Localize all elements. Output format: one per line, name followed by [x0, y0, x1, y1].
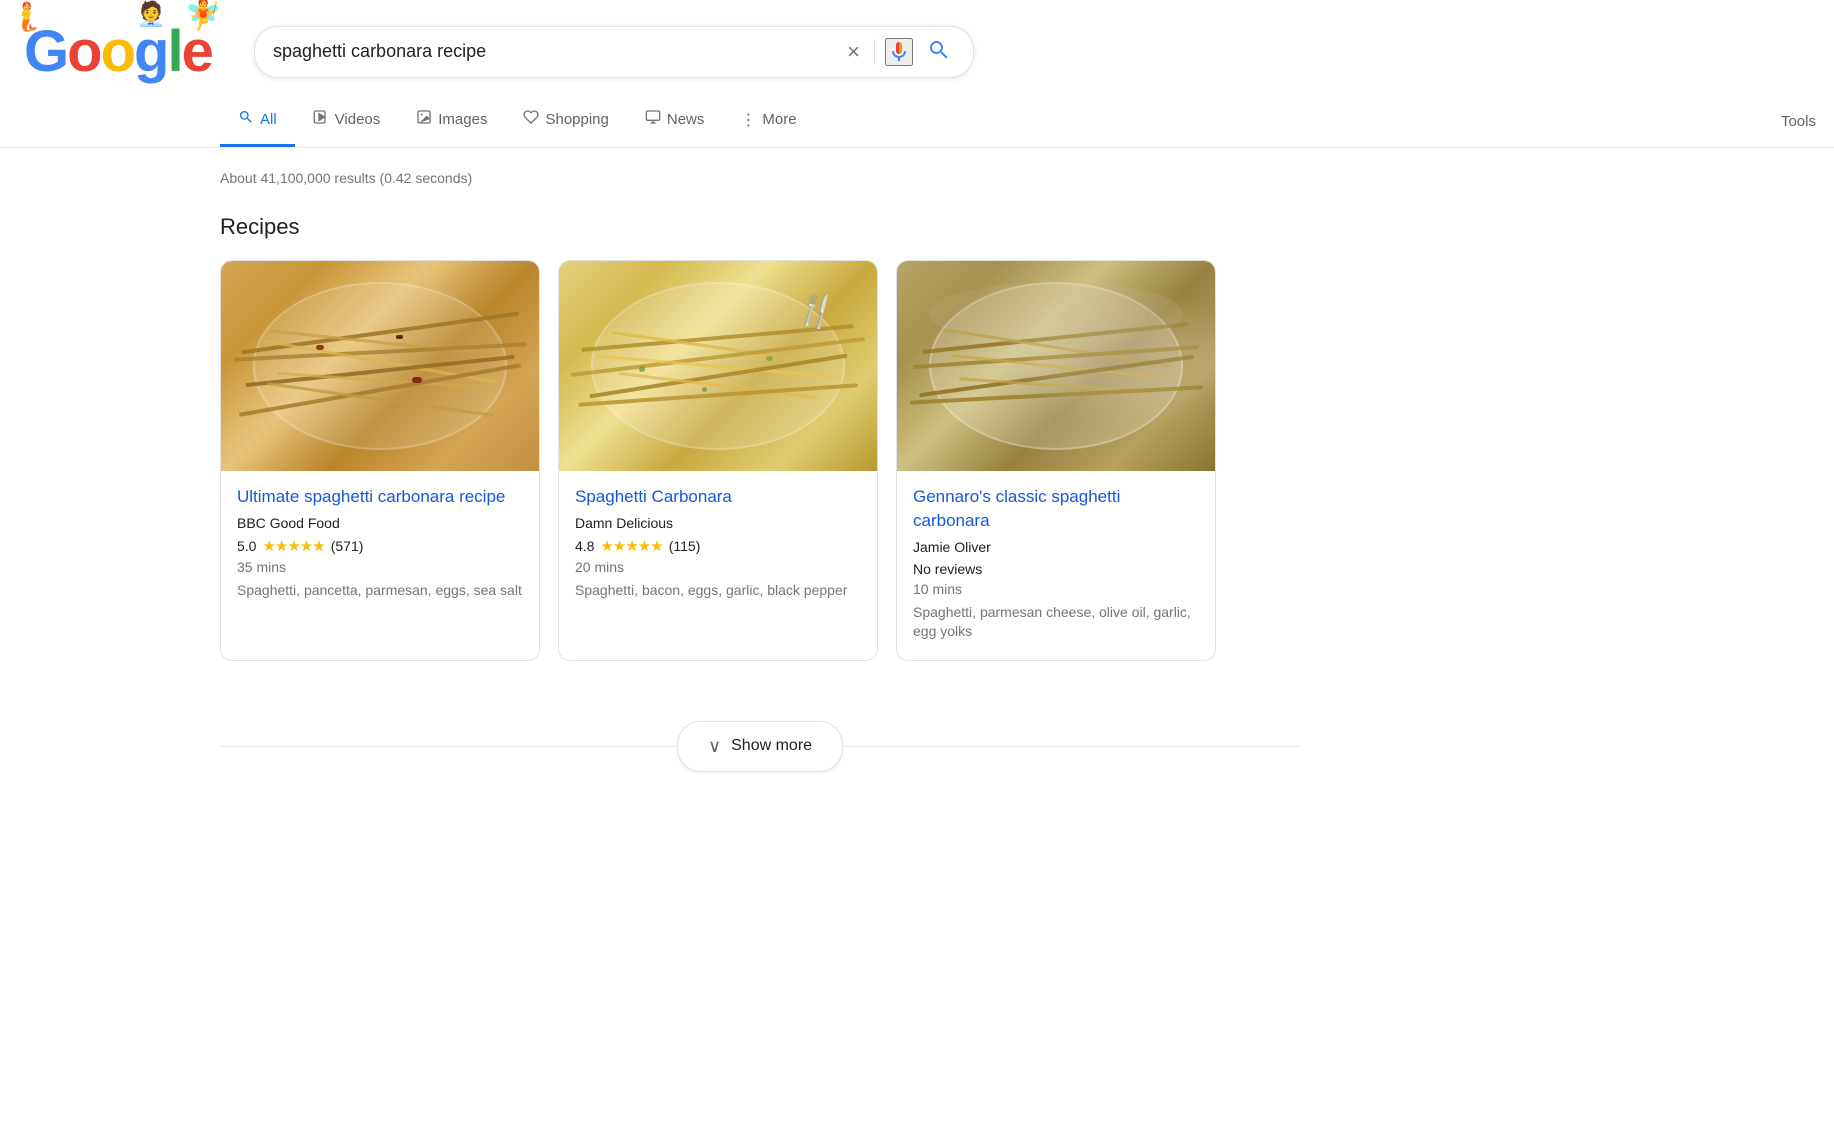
- videos-tab-icon: [313, 109, 329, 130]
- recipes-section-title: Recipes: [220, 214, 1300, 240]
- recipe-card-1[interactable]: Ultimate spaghetti carbonara recipe BBC …: [220, 260, 540, 661]
- more-tab-icon: ⋮: [740, 110, 756, 130]
- recipe-cards: Ultimate spaghetti carbonara recipe BBC …: [220, 260, 1300, 661]
- recipe-title-2: Spaghetti Carbonara: [575, 485, 861, 509]
- recipe-info-2: Spaghetti Carbonara Damn Delicious 4.8 ★…: [559, 471, 877, 618]
- recipe-rating-num-1: 5.0: [237, 538, 256, 554]
- recipe-source-3: Jamie Oliver: [913, 539, 1199, 555]
- news-tab-icon: [645, 109, 661, 130]
- recipe-source-2: Damn Delicious: [575, 515, 861, 531]
- recipe-title-3: Gennaro's classic spaghetti carbonara: [913, 485, 1199, 533]
- tab-videos-label: Videos: [335, 111, 381, 128]
- tab-news[interactable]: News: [627, 95, 723, 147]
- recipe-image-1: [221, 261, 539, 471]
- recipe-card-2[interactable]: 🍴 Spaghetti Carbonara Damn Delicious 4.8…: [558, 260, 878, 661]
- recipe-ingredients-3: Spaghetti, parmesan cheese, olive oil, g…: [913, 603, 1199, 642]
- recipe-info-1: Ultimate spaghetti carbonara recipe BBC …: [221, 471, 539, 618]
- show-more-container: ∨ Show more: [220, 721, 1300, 772]
- mic-icon: [887, 40, 911, 64]
- clear-button[interactable]: ×: [843, 37, 864, 67]
- recipe-time-2: 20 mins: [575, 559, 861, 575]
- google-logo[interactable]: 🧜 Goog🧑‍💼le 🧚: [24, 18, 212, 85]
- recipe-stars-2: ★★★★★: [600, 537, 662, 555]
- tab-videos[interactable]: Videos: [295, 95, 399, 147]
- search-button[interactable]: [923, 34, 955, 69]
- tab-all[interactable]: All: [220, 95, 295, 147]
- search-box: spaghetti carbonara recipe ×: [254, 26, 974, 78]
- search-container: spaghetti carbonara recipe ×: [254, 26, 974, 78]
- doodle-face: 🧑‍💼: [136, 0, 164, 29]
- recipe-reviews-2: (115): [669, 538, 701, 554]
- tab-images-label: Images: [438, 111, 487, 128]
- recipe-reviews-1: (571): [331, 538, 364, 554]
- shopping-tab-icon: [523, 109, 539, 130]
- recipe-source-1: BBC Good Food: [237, 515, 523, 531]
- recipe-image-2: 🍴: [559, 261, 877, 471]
- images-tab-icon: [416, 109, 432, 130]
- header: 🧜 Goog🧑‍💼le 🧚 spaghetti carbonara recipe…: [0, 0, 1834, 85]
- search-input[interactable]: spaghetti carbonara recipe: [273, 41, 833, 62]
- results-count: About 41,100,000 results (0.42 seconds): [220, 170, 1300, 186]
- recipe-image-3: [897, 261, 1215, 471]
- chevron-down-icon: ∨: [708, 736, 721, 757]
- recipe-ingredients-1: Spaghetti, pancetta, parmesan, eggs, sea…: [237, 581, 523, 601]
- recipe-card-3[interactable]: Gennaro's classic spaghetti carbonara Ja…: [896, 260, 1216, 661]
- main-content: About 41,100,000 results (0.42 seconds) …: [0, 170, 1300, 772]
- recipe-time-3: 10 mins: [913, 581, 1199, 597]
- recipe-stars-1: ★★★★★: [262, 537, 324, 555]
- all-tab-icon: [238, 109, 254, 130]
- logo-area: 🧜 Goog🧑‍💼le 🧚: [24, 18, 234, 85]
- search-divider: [874, 39, 875, 65]
- recipe-time-1: 35 mins: [237, 559, 523, 575]
- nav-tabs: All Videos Images Shopping News ⋮ More T…: [0, 95, 1834, 148]
- recipe-rating-num-2: 4.8: [575, 538, 594, 554]
- voice-search-button[interactable]: [885, 38, 913, 66]
- tab-all-label: All: [260, 111, 277, 128]
- show-more-button[interactable]: ∨ Show more: [677, 721, 843, 772]
- doodle-figure-right: 🧚: [184, 0, 221, 33]
- recipe-rating-row-3: No reviews: [913, 561, 1199, 577]
- tab-shopping[interactable]: Shopping: [505, 95, 626, 147]
- recipe-info-3: Gennaro's classic spaghetti carbonara Ja…: [897, 471, 1215, 660]
- tab-images[interactable]: Images: [398, 95, 505, 147]
- recipe-rating-row-1: 5.0 ★★★★★ (571): [237, 537, 523, 555]
- recipe-title-1: Ultimate spaghetti carbonara recipe: [237, 485, 523, 509]
- tab-shopping-label: Shopping: [545, 111, 608, 128]
- recipe-ingredients-2: Spaghetti, bacon, eggs, garlic, black pe…: [575, 581, 861, 601]
- tab-more[interactable]: ⋮ More: [722, 96, 814, 147]
- search-icon: [927, 38, 951, 62]
- show-more-label: Show more: [731, 737, 812, 755]
- tab-news-label: News: [667, 111, 705, 128]
- recipe-no-reviews-3: No reviews: [913, 561, 982, 577]
- tab-more-label: More: [762, 111, 796, 128]
- tools-button[interactable]: Tools: [1763, 99, 1834, 144]
- recipe-rating-row-2: 4.8 ★★★★★ (115): [575, 537, 861, 555]
